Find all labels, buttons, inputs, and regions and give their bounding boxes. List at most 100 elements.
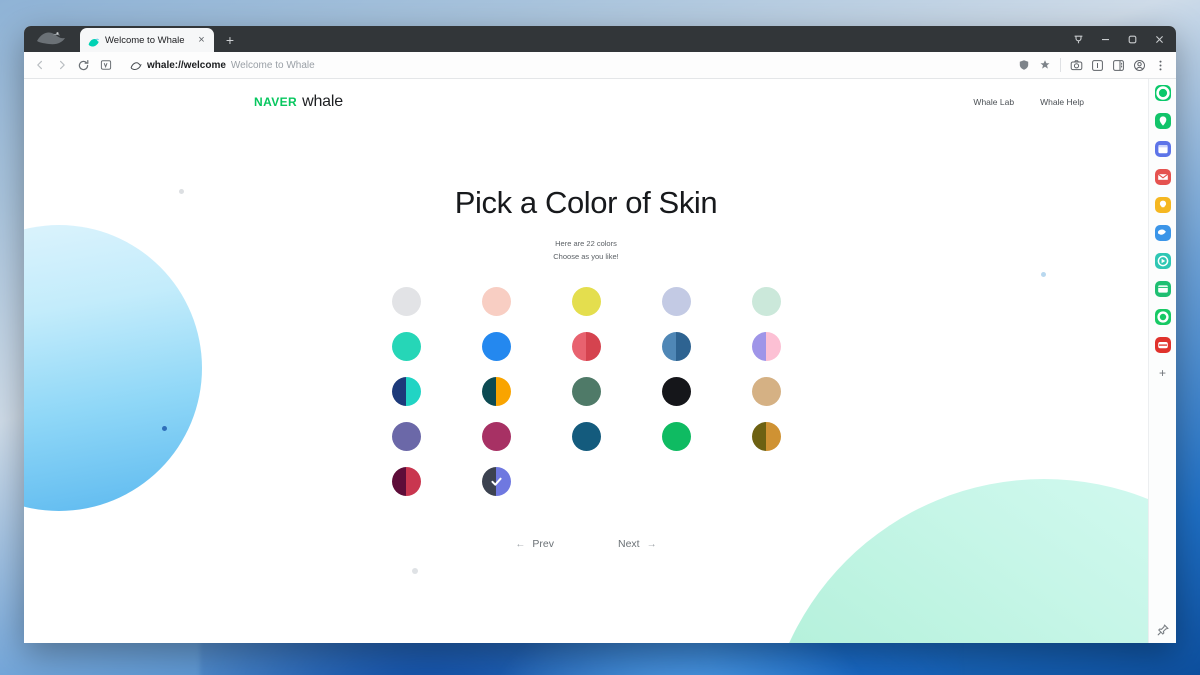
skin-emerald[interactable]: [661, 422, 691, 452]
forward-icon[interactable]: [52, 56, 71, 75]
check-icon: [482, 467, 511, 496]
swatch-half-right: [766, 287, 781, 317]
skin-tan[interactable]: [751, 377, 781, 407]
reload-icon[interactable]: [74, 56, 93, 75]
skin-violet-pink-split[interactable]: [751, 332, 781, 362]
sidebar-item-notes[interactable]: [1154, 197, 1171, 213]
sidebar-item-valley[interactable]: [1154, 309, 1171, 325]
nav-link-whale-help[interactable]: Whale Help: [1040, 97, 1084, 107]
whale-logo-mark: [36, 30, 70, 48]
swatch-half-right: [586, 422, 601, 452]
swatch-half-right: [676, 287, 691, 317]
swatch-half-right: [676, 332, 691, 362]
skin-swatch-cell: [384, 287, 429, 317]
sidebar-item-papago[interactable]: [1154, 225, 1171, 241]
shield-icon[interactable]: [1014, 56, 1033, 75]
skin-steel-blue-split[interactable]: [661, 332, 691, 362]
swatch-half-left: [661, 422, 676, 452]
swatch-half-left: [391, 287, 406, 317]
skin-magenta[interactable]: [481, 422, 511, 452]
address-bar-page-title: Welcome to Whale: [230, 59, 315, 71]
naver-whale-logo[interactable]: NAVER whale: [254, 93, 343, 111]
swatch-half-left: [481, 377, 496, 407]
window-minimize-icon[interactable]: [1092, 27, 1118, 51]
swatch-half-right: [766, 422, 781, 452]
page-title: Pick a Color of Skin: [454, 185, 718, 220]
skin-peach[interactable]: [481, 287, 511, 317]
sidebar-toggle-icon[interactable]: [96, 56, 115, 75]
skin-azure-blue[interactable]: [481, 332, 511, 362]
back-icon[interactable]: [30, 56, 49, 75]
split-view-icon[interactable]: [1109, 56, 1128, 75]
swatch-half-right: [766, 377, 781, 407]
arrow-right-icon: →: [646, 538, 657, 550]
skin-turquoise[interactable]: [391, 332, 421, 362]
skin-swatch-cell: [744, 287, 789, 317]
skin-teal-orange-split[interactable]: [481, 377, 511, 407]
sidebar-item-whale-circle[interactable]: [1154, 85, 1171, 101]
whale-favicon: [88, 35, 99, 47]
swatch-half-left: [391, 422, 406, 452]
hero-section: Pick a Color of Skin Here are 22 colors …: [24, 125, 1148, 643]
swatch-half-left: [481, 332, 496, 362]
sidebar-item-naver[interactable]: [1154, 113, 1171, 129]
skin-swatch-cell: [384, 377, 429, 407]
skin-mint-pale[interactable]: [751, 287, 781, 317]
prev-button[interactable]: ← Prev: [515, 538, 554, 550]
sidebar-item-dictionary[interactable]: [1154, 281, 1171, 297]
skin-swatch-cell: [654, 377, 699, 407]
swatch-half-right: [766, 332, 781, 362]
skin-swatch-cell: [564, 422, 609, 452]
skin-plum-crimson-split[interactable]: [391, 467, 421, 497]
whale-sidebar: +: [1148, 79, 1176, 643]
site-nav: Whale Lab Whale Help: [973, 97, 1084, 107]
new-tab-button[interactable]: +: [219, 29, 241, 51]
browser-viewport: NAVER whale Whale Lab Whale Help Pick a …: [24, 79, 1176, 643]
pin-icon[interactable]: [1156, 623, 1170, 637]
skin-swatch-cell: [474, 377, 519, 407]
sidebar-item-mail[interactable]: [1154, 169, 1171, 185]
skin-color-grid: [384, 287, 789, 497]
swatch-half-right: [406, 377, 421, 407]
profile-icon[interactable]: [1130, 56, 1149, 75]
hero-subtitle: Here are 22 colors Choose as you like!: [553, 237, 618, 263]
hero-subtitle-line-2: Choose as you like!: [553, 252, 619, 262]
window-restore-icon[interactable]: [1119, 27, 1145, 51]
address-bar[interactable]: whale://welcome Welcome to Whale: [123, 56, 1006, 75]
skin-swatch-cell: [654, 422, 699, 452]
skin-slate-indigo-split[interactable]: [481, 467, 511, 497]
more-menu-icon[interactable]: [1151, 56, 1170, 75]
tab-close-icon[interactable]: ×: [195, 34, 208, 47]
skin-coral-split[interactable]: [571, 332, 601, 362]
sidebar-item-shopping[interactable]: [1154, 337, 1171, 353]
skin-deep-teal[interactable]: [571, 422, 601, 452]
swatch-half-left: [751, 332, 766, 362]
swatch-half-right: [496, 377, 511, 407]
nav-link-whale-lab[interactable]: Whale Lab: [973, 97, 1014, 107]
skin-black[interactable]: [661, 377, 691, 407]
skin-olive-amber-split[interactable]: [751, 422, 781, 452]
capture-icon[interactable]: [1067, 56, 1086, 75]
skin-slate-purple[interactable]: [391, 422, 421, 452]
sidebar-item-music[interactable]: [1154, 253, 1171, 269]
bookmark-star-icon[interactable]: [1035, 56, 1054, 75]
window-controls: [1065, 26, 1176, 52]
skin-light-gray[interactable]: [391, 287, 421, 317]
skin-yellow[interactable]: [571, 287, 601, 317]
tab-title: Welcome to Whale: [105, 34, 185, 46]
skin-sage-green[interactable]: [571, 377, 601, 407]
swatch-half-right: [406, 422, 421, 452]
address-bar-url: whale://welcome: [147, 59, 226, 71]
swatch-half-left: [571, 422, 586, 452]
sidebar-panel-icon[interactable]: [1088, 56, 1107, 75]
sidebar-add-button[interactable]: +: [1155, 365, 1171, 381]
skin-swatch-cell: [564, 287, 609, 317]
skin-periwinkle-pale[interactable]: [661, 287, 691, 317]
window-close-icon[interactable]: [1146, 27, 1172, 51]
browser-tab[interactable]: Welcome to Whale ×: [80, 28, 214, 52]
skin-navy-teal-split[interactable]: [391, 377, 421, 407]
whale-extension-icon[interactable]: [1065, 27, 1091, 51]
sidebar-item-calendar[interactable]: [1154, 141, 1171, 157]
swatch-half-right: [676, 422, 691, 452]
next-button[interactable]: Next →: [618, 538, 657, 550]
